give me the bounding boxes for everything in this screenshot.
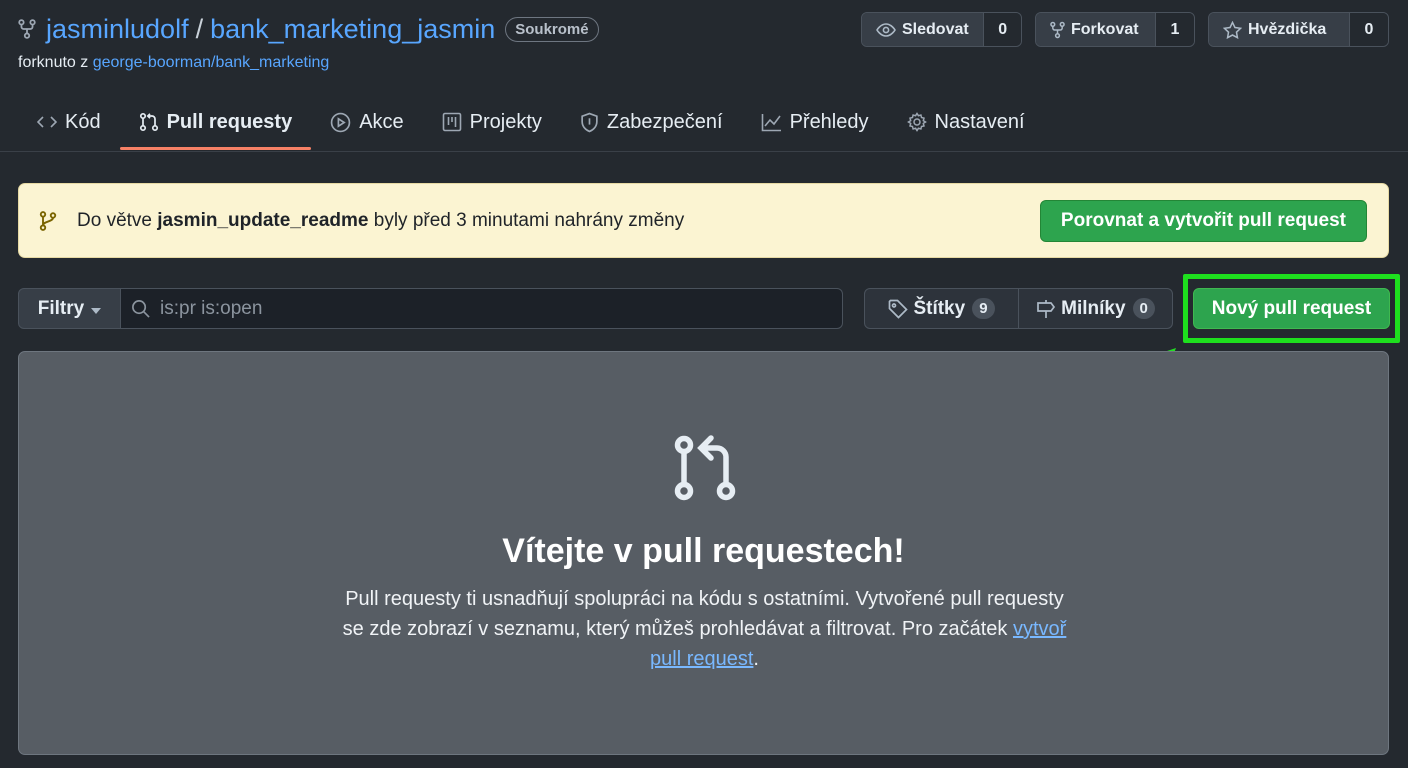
watch-count[interactable]: 0: [983, 13, 1021, 46]
fork-count[interactable]: 1: [1156, 13, 1194, 46]
tab-security[interactable]: Zabezpečení: [561, 98, 742, 146]
code-icon: [37, 114, 57, 130]
star-icon: [1223, 20, 1242, 39]
watch-group: Sledovat 0: [861, 12, 1022, 47]
milestones-label: Milníky: [1061, 297, 1126, 319]
tab-pull-requests[interactable]: Pull requesty: [119, 98, 312, 150]
empty-state-description: Pull requesty ti usnadňují spolupráci na…: [337, 584, 1072, 674]
empty-state-panel: Vítejte v pull requestech! Pull requesty…: [18, 351, 1389, 755]
repo-separator: /: [195, 13, 204, 44]
fork-source-link[interactable]: george-boorman/bank_marketing: [93, 54, 330, 71]
git-pull-request-icon: [674, 435, 736, 501]
tab-label: Přehledy: [789, 110, 869, 133]
table-icon: [442, 112, 462, 132]
milestone-icon: [1036, 299, 1056, 319]
search-box: [121, 288, 843, 329]
star-count[interactable]: 0: [1350, 13, 1388, 46]
repo-title: jasminludolf / bank_marketing_jasmin Sou…: [18, 12, 599, 46]
filters-dropdown-button[interactable]: Filtry: [18, 288, 121, 329]
fork-prefix: forknuto z: [18, 54, 89, 71]
banner-branch-name[interactable]: jasmin_update_readme: [157, 210, 368, 231]
tab-label: Kód: [65, 110, 101, 133]
labels-count: 9: [972, 298, 995, 319]
watch-label: Sledovat: [902, 20, 969, 38]
labels-milestones-group: Štítky 9 Milníky 0: [864, 288, 1173, 329]
visibility-badge: Soukromé: [505, 16, 599, 42]
fork-button[interactable]: Forkovat: [1036, 13, 1156, 46]
repo-owner-link[interactable]: jasminludolf: [46, 14, 189, 45]
tabs-divider: [0, 151, 1408, 152]
repo-forked-icon: [18, 19, 36, 39]
milestones-button[interactable]: Milníky 0: [1018, 289, 1172, 328]
new-pull-request-button[interactable]: Nový pull request: [1193, 288, 1390, 329]
empty-state-text: Pull requesty ti usnadňují spolupráci na…: [342, 588, 1064, 640]
banner-message: Do větve jasmin_update_readme byly před …: [77, 210, 684, 232]
caret-down-icon: [91, 298, 102, 320]
tab-projects[interactable]: Projekty: [423, 98, 561, 146]
star-button[interactable]: Hvězdička: [1209, 13, 1350, 46]
gear-icon: [906, 112, 927, 132]
git-branch-icon: [39, 211, 57, 231]
tab-settings[interactable]: Nastavení: [888, 98, 1044, 146]
recent-push-banner: Do větve jasmin_update_readme byly před …: [18, 183, 1389, 258]
tag-icon: [888, 299, 909, 319]
tab-label: Zabezpečení: [606, 110, 723, 133]
shield-icon: [580, 112, 599, 133]
repo-name-link[interactable]: bank_marketing_jasmin: [210, 14, 495, 45]
banner-suffix: byly před 3 minutami nahrány změny: [368, 210, 685, 231]
eye-icon: [876, 22, 896, 38]
search-input[interactable]: [160, 297, 800, 320]
repo-forked-icon: [1050, 21, 1065, 39]
empty-state-title: Vítejte v pull requestech!: [502, 532, 905, 570]
labels-label: Štítky: [913, 297, 966, 319]
star-group: Hvězdička 0: [1208, 12, 1389, 47]
star-label: Hvězdička: [1248, 20, 1327, 38]
empty-state-text-end: .: [753, 648, 759, 670]
banner-prefix: Do větve: [77, 210, 158, 231]
fork-source-line: forknuto z george-boorman/bank_marketing: [18, 54, 329, 72]
tab-label: Nastavení: [934, 110, 1025, 133]
compare-and-pull-request-button[interactable]: Porovnat a vytvořit pull request: [1039, 200, 1367, 242]
milestones-count: 0: [1132, 298, 1155, 319]
git-pull-request-icon: [139, 112, 159, 132]
tab-code[interactable]: Kód: [18, 98, 120, 146]
tab-label: Pull requesty: [166, 110, 293, 133]
search-icon: [131, 299, 150, 318]
labels-button[interactable]: Štítky 9: [865, 289, 1018, 328]
tab-insights[interactable]: Přehledy: [742, 98, 888, 146]
filter-bar: Filtry: [18, 288, 843, 329]
watch-button[interactable]: Sledovat: [862, 13, 984, 46]
play-icon: [330, 112, 351, 133]
graph-icon: [761, 113, 782, 132]
tab-label: Akce: [359, 110, 404, 133]
tab-label: Projekty: [469, 110, 542, 133]
fork-group: Forkovat 1: [1035, 12, 1195, 47]
repo-tabs: Kód Pull requesty Akce Projekty Zabezpeč…: [18, 98, 1044, 152]
tab-actions[interactable]: Akce: [311, 98, 422, 146]
filters-label: Filtry: [37, 297, 85, 319]
fork-label: Forkovat: [1071, 20, 1139, 38]
